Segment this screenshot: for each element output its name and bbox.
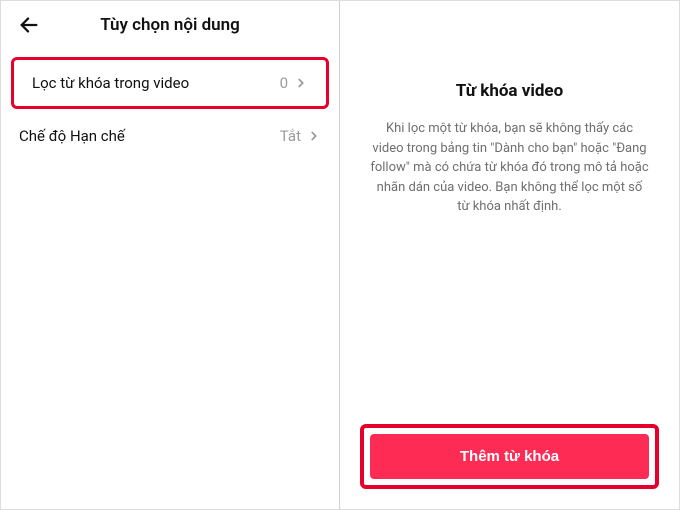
- keyword-description: Khi lọc một từ khóa, bạn sẽ không thấy c…: [370, 119, 649, 217]
- back-button[interactable]: [17, 13, 41, 37]
- chevron-right-icon: [307, 129, 321, 143]
- settings-list: Lọc từ khóa trong video 0 Chế độ Hạn chế…: [1, 49, 339, 167]
- highlight-add-keyword: Thêm từ khóa: [360, 424, 659, 489]
- keyword-panel: Từ khóa video Khi lọc một từ khóa, bạn s…: [340, 1, 679, 509]
- row-keyword-filter[interactable]: Lọc từ khóa trong video 0: [14, 60, 326, 106]
- highlight-keyword-filter: Lọc từ khóa trong video 0: [11, 57, 329, 109]
- add-keyword-button[interactable]: Thêm từ khóa: [370, 434, 649, 479]
- chevron-right-icon: [294, 76, 308, 90]
- back-arrow-icon: [18, 14, 40, 36]
- header: Tùy chọn nội dung: [1, 1, 339, 49]
- settings-panel: Tùy chọn nội dung Lọc từ khóa trong vide…: [1, 1, 340, 509]
- row-restricted-mode[interactable]: Chế độ Hạn chế Tắt: [1, 113, 339, 159]
- keyword-title: Từ khóa video: [456, 81, 563, 101]
- row-value: 0: [280, 74, 288, 92]
- row-label: Chế độ Hạn chế: [19, 127, 280, 145]
- row-value: Tắt: [280, 127, 301, 145]
- row-label: Lọc từ khóa trong video: [32, 74, 280, 92]
- page-title: Tùy chọn nội dung: [17, 15, 323, 35]
